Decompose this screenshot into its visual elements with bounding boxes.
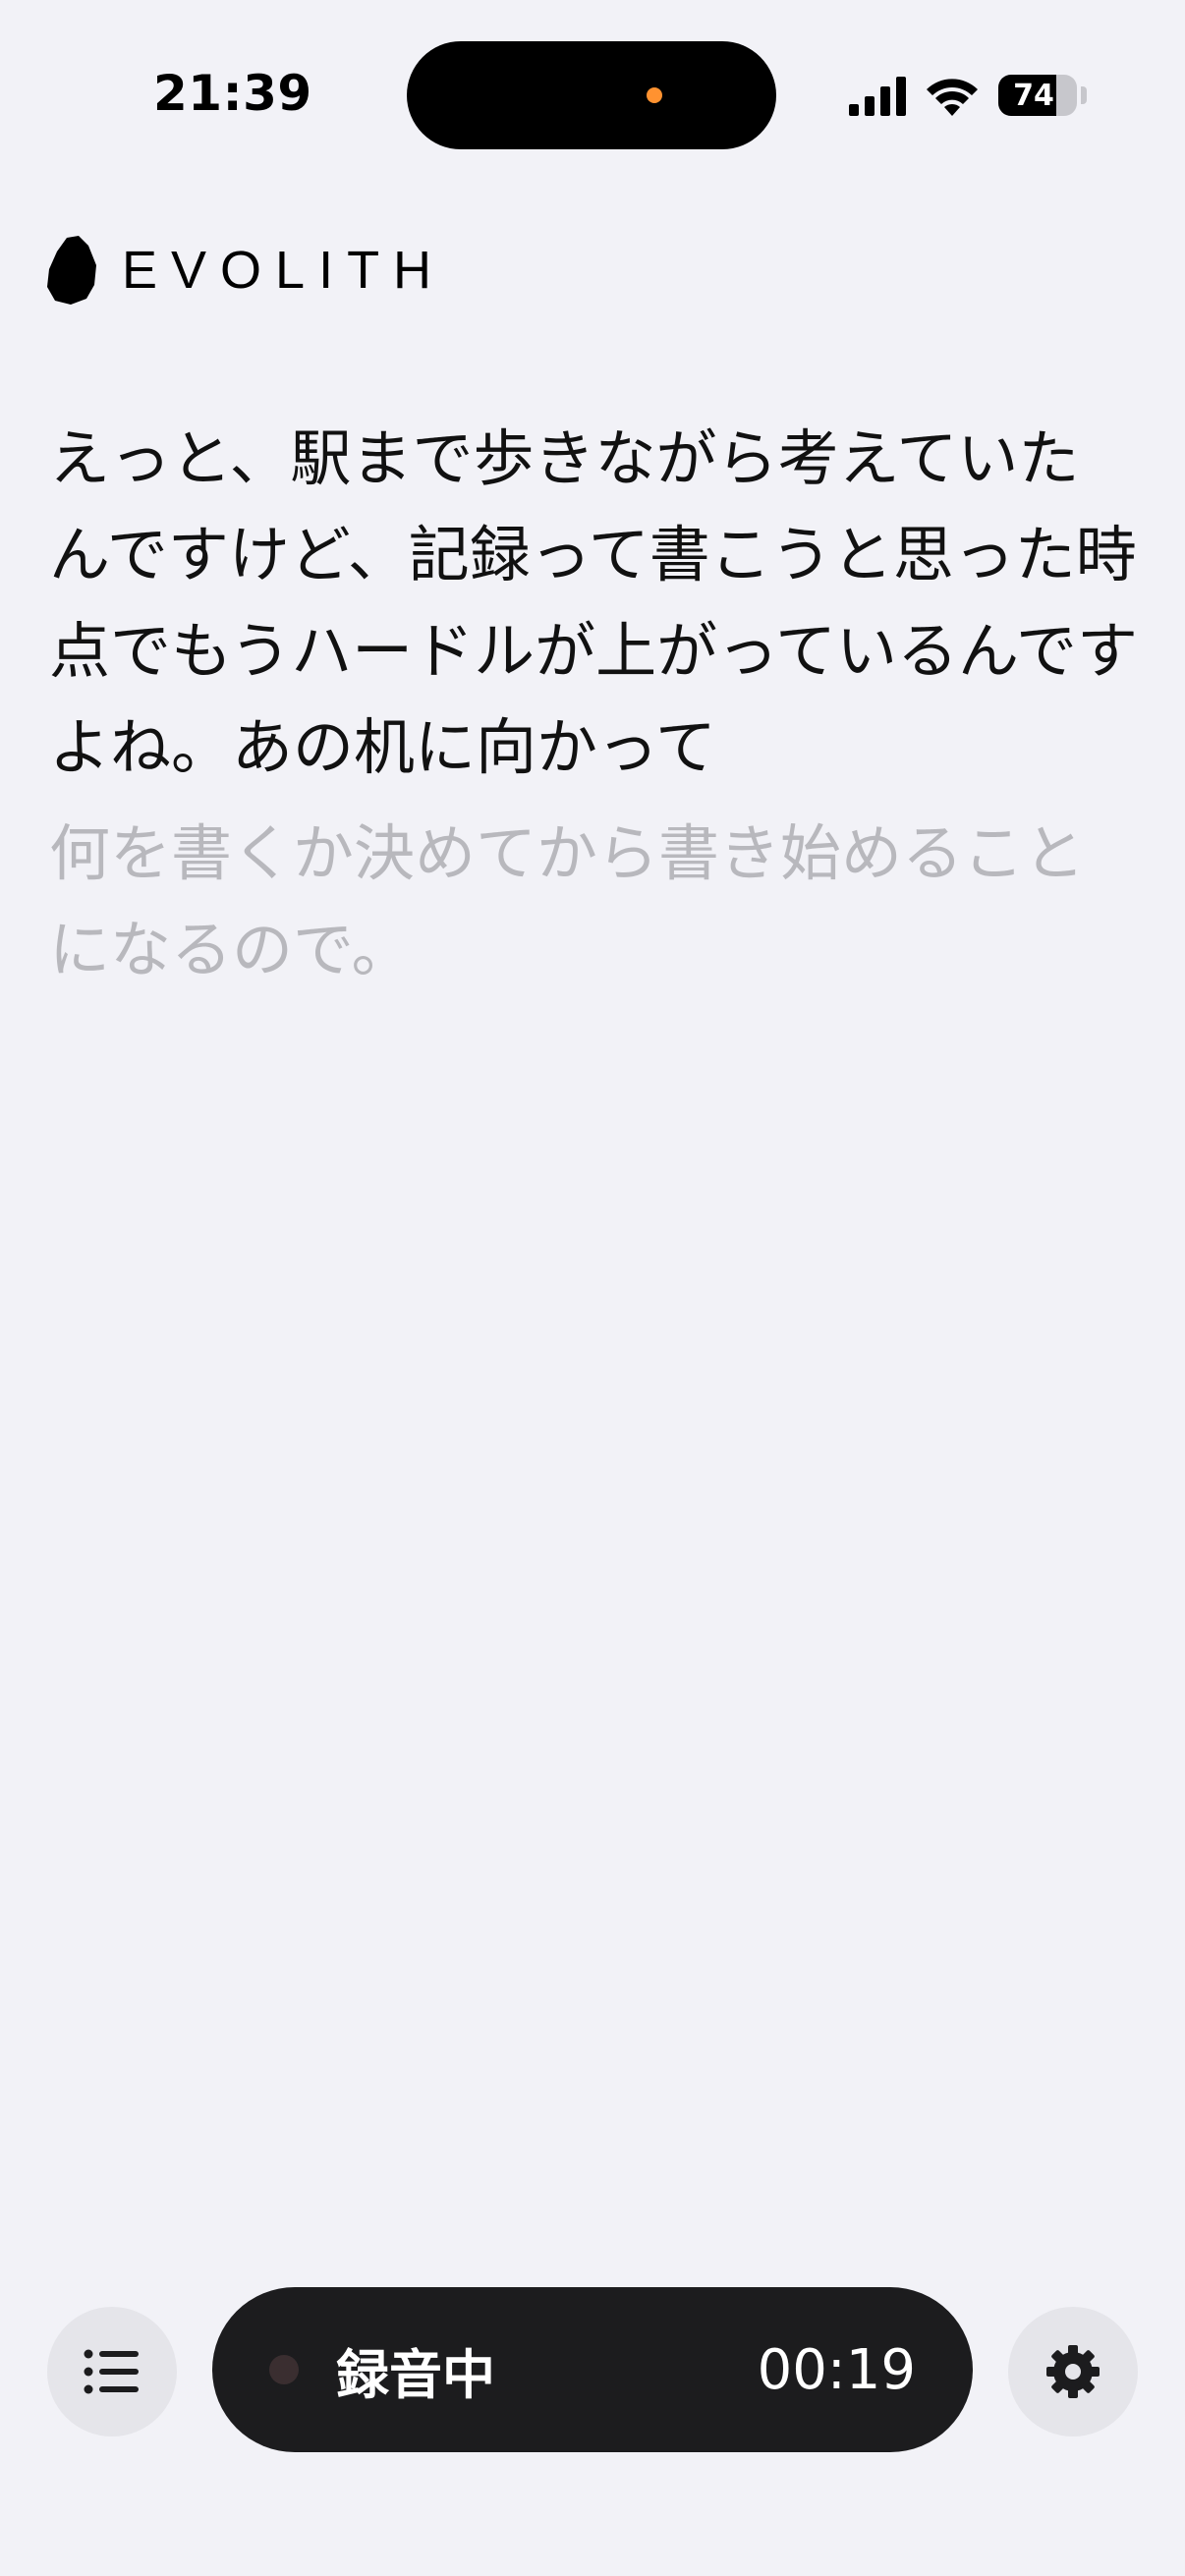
wifi-icon [927,79,978,116]
recording-label: 録音中 [336,2343,495,2406]
gear-icon [1046,2345,1100,2398]
settings-button[interactable] [1008,2307,1138,2436]
status-time: 21:39 [153,65,312,122]
list-icon [84,2349,139,2394]
history-list-button[interactable] [47,2307,177,2436]
recording-timer: 00:19 [757,2337,916,2402]
stone-logo-icon [47,236,96,305]
brand-header: EVOLITH [45,236,445,305]
transcript-interim-text: 何を書くか決めてから書き始めることになるので。 [49,817,1086,985]
transcript-final-text: えっと、駅まで歩きながら考えていたんですけど、記録って書こうと思った時点でもうハ… [49,422,1138,783]
recording-control[interactable]: 録音中 00:19 [212,2287,973,2452]
mic-indicator-icon [647,87,662,103]
brand-name: EVOLITH [122,241,446,300]
battery-cap [1081,86,1087,104]
transcript: えっと、駅まで歩きながら考えていたんですけど、記録って書こうと思った時点でもうハ… [49,411,1140,998]
cellular-signal-icon [849,77,906,116]
battery-icon: 74 [998,75,1077,116]
dynamic-island [407,41,776,149]
recording-dot-icon [269,2355,299,2384]
battery-level: 74 [1013,78,1054,113]
